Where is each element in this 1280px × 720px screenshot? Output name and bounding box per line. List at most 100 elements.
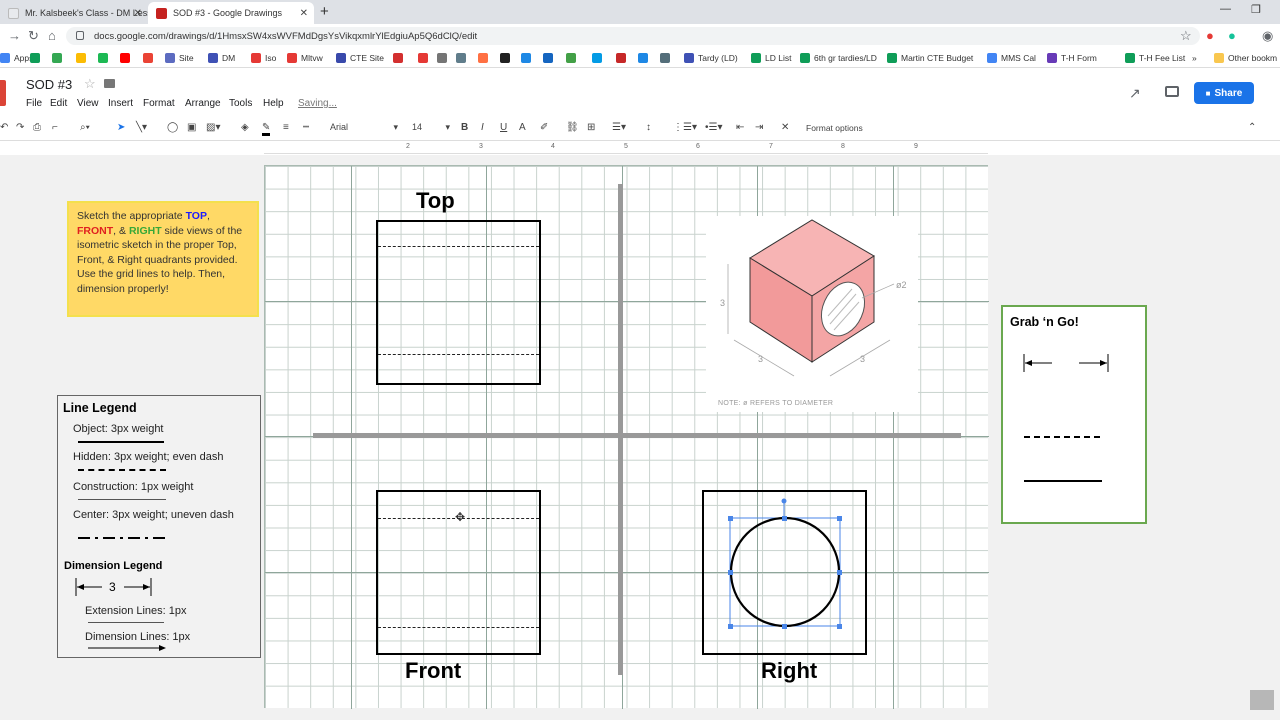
- tab-sod-drawing[interactable]: SOD #3 - Google Drawings ✕: [148, 2, 314, 24]
- resize-handle[interactable]: [728, 624, 733, 629]
- resize-handle[interactable]: [837, 570, 842, 575]
- bookmark-item[interactable]: [418, 51, 432, 65]
- menu-format[interactable]: Format: [143, 98, 175, 109]
- bookmark-item[interactable]: [566, 51, 580, 65]
- select-cursor-icon[interactable]: ➤: [117, 122, 125, 133]
- collapse-toolbar-icon[interactable]: ⌃: [1248, 122, 1256, 133]
- top-view-label[interactable]: Top: [416, 188, 455, 214]
- bookmark-item[interactable]: Apps: [0, 51, 33, 65]
- bookmark-item[interactable]: MMS Cal: [987, 51, 1036, 65]
- bookmark-item[interactable]: [143, 51, 157, 65]
- link-icon[interactable]: ⛓: [566, 122, 579, 133]
- bookmark-item[interactable]: [592, 51, 606, 65]
- undo-icon[interactable]: ↶: [0, 122, 8, 133]
- top-hidden-line[interactable]: [378, 246, 539, 247]
- menu-help[interactable]: Help: [263, 98, 284, 109]
- border-weight-icon[interactable]: ≡: [283, 122, 289, 133]
- menu-insert[interactable]: Insert: [108, 98, 133, 109]
- side-panel-toggle[interactable]: [1250, 690, 1274, 710]
- bookmark-item[interactable]: Martin CTE Budget: [887, 51, 973, 65]
- right-view-circle-selected[interactable]: [726, 496, 844, 632]
- increase-indent-icon[interactable]: ⇥: [755, 122, 763, 133]
- bookmark-item[interactable]: [543, 51, 557, 65]
- bold-icon[interactable]: B: [461, 122, 468, 133]
- tab-kalsbeek-class[interactable]: Mr. Kalsbeek's Class - DM Lesson ✕: [0, 2, 148, 24]
- resize-handle[interactable]: [837, 624, 842, 629]
- bookmark-item[interactable]: [393, 51, 407, 65]
- menu-arrange[interactable]: Arrange: [185, 98, 221, 109]
- bulleted-list-icon[interactable]: •☰▾: [705, 122, 723, 133]
- italic-icon[interactable]: I: [481, 122, 484, 133]
- resize-handle[interactable]: [782, 624, 787, 629]
- drawings-logo-icon[interactable]: [0, 80, 6, 106]
- star-icon[interactable]: ☆: [84, 76, 96, 92]
- clear-formatting-icon[interactable]: ✕: [781, 122, 789, 133]
- bookmark-item[interactable]: [660, 51, 674, 65]
- rotate-handle[interactable]: [781, 498, 787, 504]
- bookmark-item[interactable]: LD List: [751, 51, 791, 65]
- activity-trend-icon[interactable]: ↗: [1129, 85, 1141, 102]
- print-icon[interactable]: ⎙: [33, 122, 41, 133]
- new-tab-button[interactable]: +: [320, 3, 329, 20]
- bookmark-item[interactable]: CTE Site: [336, 51, 384, 65]
- shape-tool-icon[interactable]: ◯: [167, 122, 178, 133]
- add-comment-icon[interactable]: ⊞: [587, 122, 595, 133]
- bookmark-item[interactable]: Site: [165, 51, 194, 65]
- fill-color-icon[interactable]: ◈: [241, 122, 249, 133]
- grab-object-line[interactable]: [1024, 480, 1102, 482]
- menu-edit[interactable]: Edit: [50, 98, 67, 109]
- bookmark-item[interactable]: [500, 51, 514, 65]
- align-icon[interactable]: ☰▾: [612, 122, 626, 133]
- bookmark-item[interactable]: [120, 51, 134, 65]
- more-bookmarks-button[interactable]: »: [1192, 51, 1197, 65]
- right-view-label[interactable]: Right: [761, 658, 817, 684]
- font-size-select[interactable]: 14 ▾: [412, 122, 450, 132]
- line-tool-icon[interactable]: ╲▾: [136, 122, 147, 133]
- move-folder-icon[interactable]: [104, 79, 115, 88]
- image-icon[interactable]: ▨▾: [206, 122, 220, 133]
- bookmark-item[interactable]: [521, 51, 535, 65]
- bookmark-item[interactable]: Tardy (LD): [684, 51, 738, 65]
- grab-dimension-arrows[interactable]: [1022, 352, 1112, 374]
- line-spacing-icon[interactable]: ↕: [646, 122, 651, 133]
- decrease-indent-icon[interactable]: ⇤: [736, 122, 744, 133]
- line-legend[interactable]: Line Legend Object: 3px weight Hidden: 3…: [57, 395, 261, 658]
- text-color-icon[interactable]: A: [519, 122, 526, 133]
- bookmark-item[interactable]: Iso: [251, 51, 276, 65]
- bookmark-item[interactable]: [76, 51, 90, 65]
- paint-format-icon[interactable]: ⌐: [52, 122, 58, 133]
- menu-view[interactable]: View: [77, 98, 99, 109]
- bookmark-item[interactable]: T-H Fee List: [1125, 51, 1185, 65]
- home-icon[interactable]: ⌂: [48, 28, 56, 43]
- isometric-sketch-image[interactable]: 3 3 3 ø2 NOTE: ø REFERS TO DIAMETER: [706, 216, 918, 412]
- bookmark-item[interactable]: [616, 51, 630, 65]
- zoom-icon[interactable]: ⌕▾: [80, 122, 90, 133]
- quadrant-divider-vertical[interactable]: [618, 184, 623, 675]
- other-bookmarks-folder[interactable]: Other bookm: [1214, 51, 1277, 65]
- bookmark-item[interactable]: [478, 51, 492, 65]
- document-title[interactable]: SOD #3: [26, 77, 72, 92]
- quadrant-divider-horizontal[interactable]: [313, 433, 961, 438]
- resize-handle[interactable]: [728, 516, 733, 521]
- circle-shape[interactable]: [729, 516, 841, 628]
- font-family-select[interactable]: Arial ▾: [330, 122, 398, 132]
- numbered-list-icon[interactable]: ⋮☰▾: [673, 122, 697, 133]
- back-arrow-icon[interactable]: →: [8, 28, 21, 43]
- bookmark-item[interactable]: [437, 51, 451, 65]
- extension-icon[interactable]: ●: [1206, 28, 1214, 43]
- resize-handle[interactable]: [837, 516, 842, 521]
- front-view-label[interactable]: Front: [405, 658, 461, 684]
- bookmark-item[interactable]: [52, 51, 66, 65]
- bookmark-star-icon[interactable]: ☆: [1180, 28, 1192, 44]
- bookmark-item[interactable]: [98, 51, 112, 65]
- redo-icon[interactable]: ↷: [16, 122, 24, 133]
- border-dash-icon[interactable]: ┅: [303, 122, 309, 133]
- grammarly-icon[interactable]: ●: [1228, 28, 1236, 43]
- menu-tools[interactable]: Tools: [229, 98, 252, 109]
- top-view-box[interactable]: [376, 220, 541, 385]
- instructions-note[interactable]: Sketch the appropriate TOP, FRONT, & RIG…: [67, 201, 259, 317]
- close-tab-icon[interactable]: ✕: [134, 8, 142, 19]
- share-button[interactable]: ■ Share: [1194, 82, 1254, 104]
- bookmark-item[interactable]: Mltvw: [287, 51, 323, 65]
- comments-icon[interactable]: [1165, 86, 1179, 97]
